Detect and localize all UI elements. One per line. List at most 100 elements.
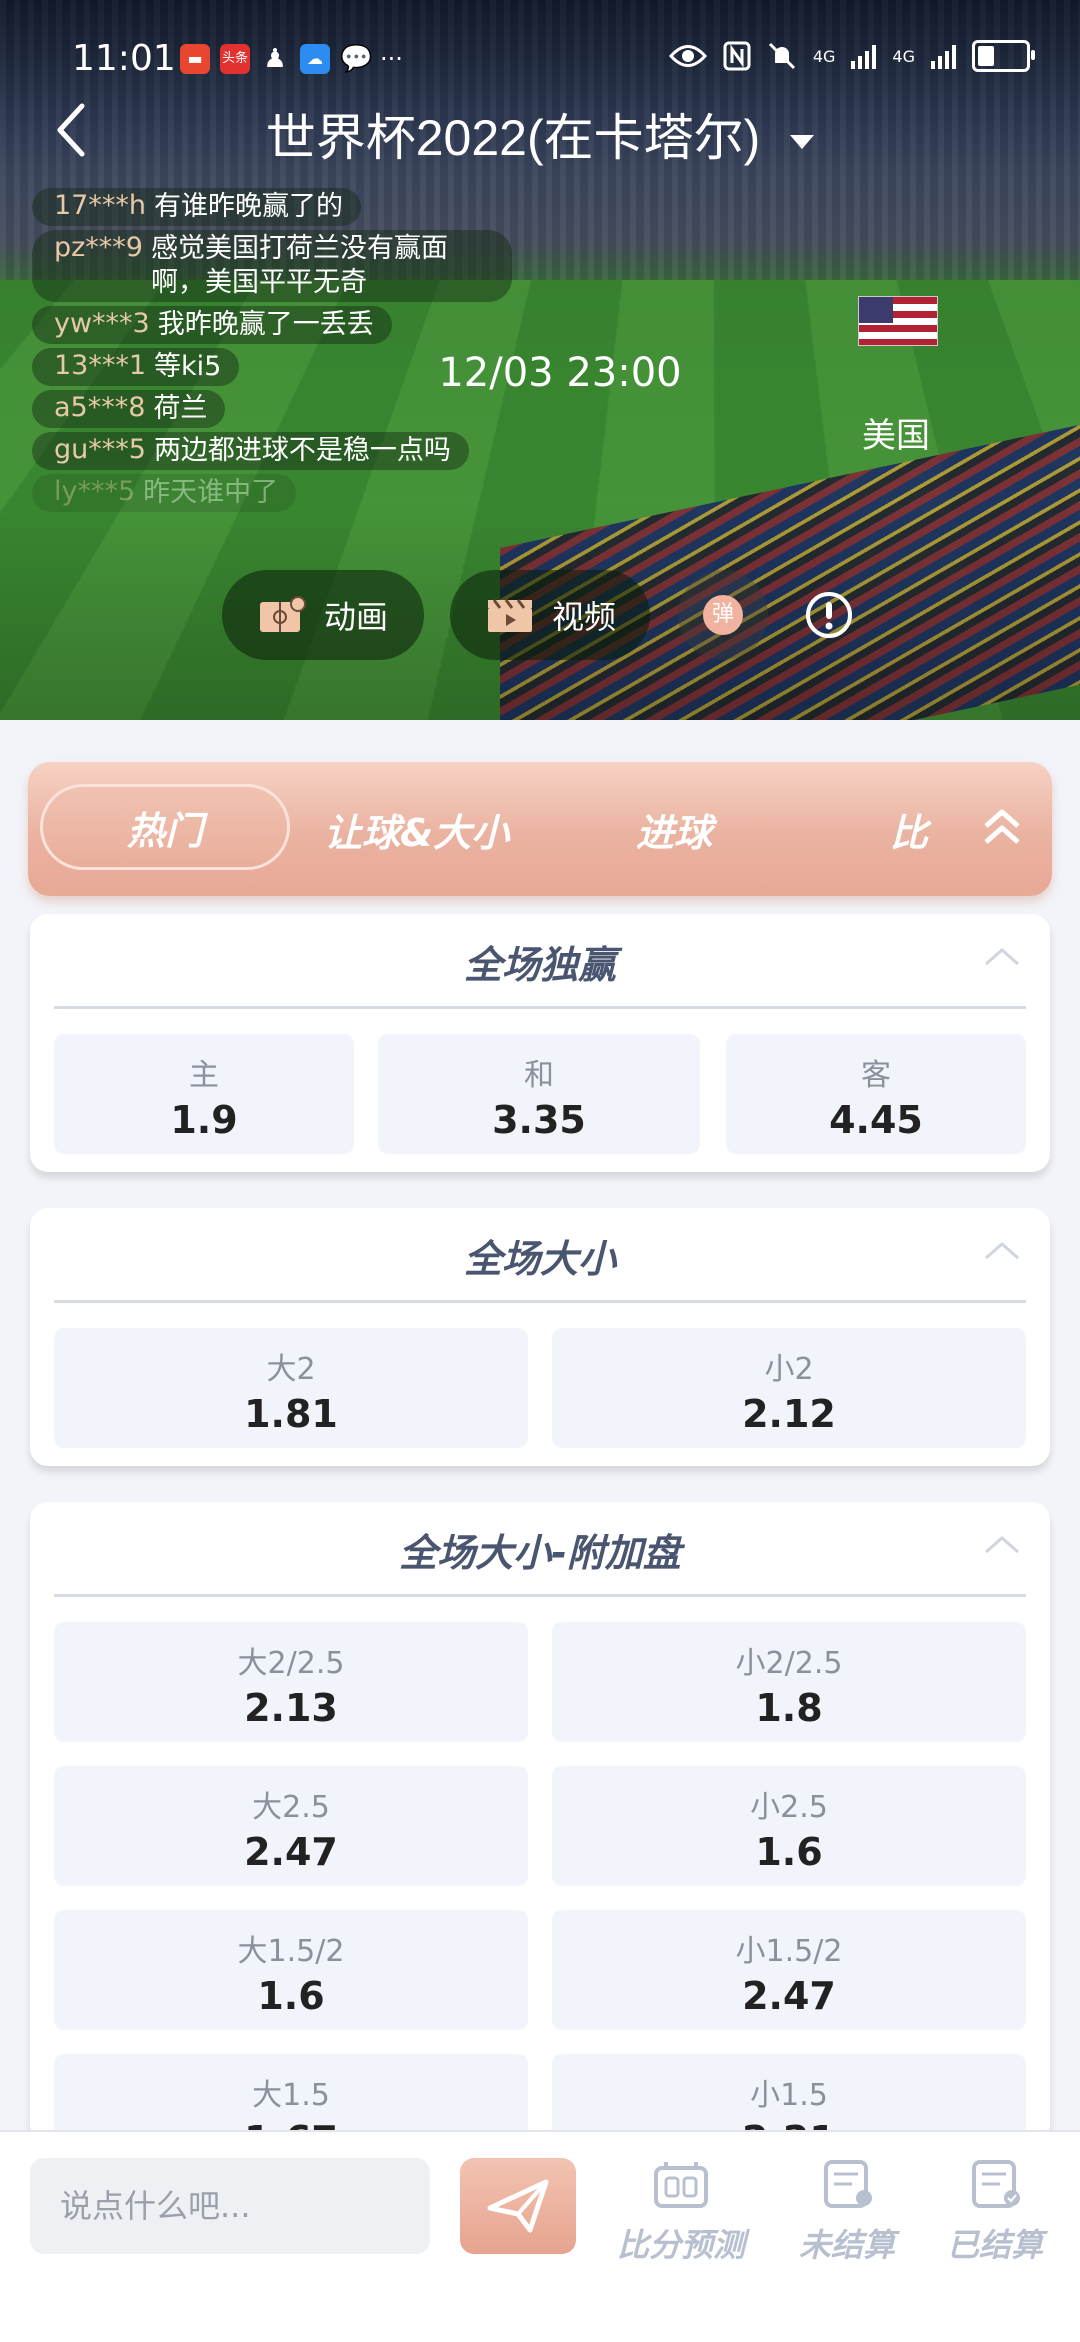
odds-cell[interactable]: 大2 1.81	[54, 1328, 528, 1448]
tab-hot[interactable]: 热门	[40, 784, 290, 870]
odds-value: 2.13	[244, 1686, 338, 1730]
odds-cell[interactable]: 大2.5 2.47	[54, 1766, 528, 1886]
message-icon: 💬	[340, 44, 373, 74]
odds-label: 主	[189, 1058, 219, 1093]
odds-label: 大2.5	[252, 1790, 330, 1825]
danmaku-user: 17***h	[54, 190, 146, 221]
market-card: 全场独赢 主 1.9 和 3.35 客 4.45	[30, 914, 1050, 1172]
net-type-2: 4G	[892, 46, 915, 66]
status-bar: 11:01 ▬ 头条 ♟ ☁ 💬 ··· 4G 4G	[0, 30, 1080, 90]
odds-value: 4.45	[829, 1098, 923, 1142]
odds-label: 小1.5/2	[735, 1934, 843, 1969]
odds-value: 1.81	[244, 1392, 338, 1436]
weather-icon: ☁	[300, 44, 330, 74]
market-header[interactable]: 全场大小	[54, 1208, 1026, 1303]
market-title: 全场大小	[463, 1237, 616, 1281]
odds-cell[interactable]: 大1.5/2 1.6	[54, 1910, 528, 2030]
bottom-bar: 说点什么吧... 比分预测 未结算 已结算	[0, 2130, 1080, 2342]
danmaku-user: yw***3	[54, 308, 150, 339]
danmaku-item: ly***5 昨天谁中了	[32, 474, 592, 512]
odds-label: 小1.5	[750, 2078, 828, 2113]
odds-value: 1.6	[257, 1974, 325, 2018]
qq-icon: ♟	[263, 44, 287, 74]
odds-cell[interactable]: 小1.5/2 2.47	[552, 1910, 1026, 2030]
market-header[interactable]: 全场独赢	[54, 914, 1026, 1009]
odds-label: 大2	[266, 1352, 316, 1387]
odds-cell[interactable]: 客 4.45	[726, 1034, 1026, 1154]
scoreboard-icon	[654, 2162, 708, 2208]
tv-app-icon: ▬	[180, 44, 210, 74]
market-title: 全场独赢	[463, 943, 616, 987]
nfc-icon	[723, 41, 751, 71]
signal-icon-2	[931, 43, 956, 69]
video-button[interactable]: 视频	[450, 570, 650, 660]
danmaku-user: ly***5	[54, 476, 136, 507]
info-button[interactable]	[798, 570, 878, 660]
page-title: 世界杯2022(在卡塔尔)	[265, 110, 761, 166]
nav-unsettled[interactable]: 未结算	[792, 2158, 902, 2266]
danmaku-text: 昨天谁中了	[143, 477, 279, 508]
notification-icons: ▬ 头条 ♟ ☁ 💬 ···	[180, 44, 403, 74]
match-hero: 11:01 ▬ 头条 ♟ ☁ 💬 ··· 4G 4G 世界杯2022(在卡塔尔)…	[0, 0, 1080, 720]
odds-label: 客	[861, 1058, 891, 1093]
send-button[interactable]	[460, 2158, 576, 2254]
nav-label: 比分预测	[616, 2226, 745, 2264]
clapperboard-icon	[488, 599, 532, 632]
more-notifications: ···	[380, 45, 403, 73]
animation-button[interactable]: 动画	[222, 570, 424, 660]
tab-score[interactable]: 比	[890, 802, 928, 857]
odds-value: 1.8	[755, 1686, 823, 1730]
odds-cell[interactable]: 主 1.9	[54, 1034, 354, 1154]
nav-score-prediction[interactable]: 比分预测	[614, 2158, 748, 2266]
nav-settled[interactable]: 已结算	[940, 2158, 1050, 2266]
battery-icon	[972, 40, 1035, 72]
eye-icon	[668, 45, 707, 67]
status-time: 11:01	[72, 38, 176, 79]
danmaku-user: a5***8	[54, 392, 146, 423]
odds-cell[interactable]: 和 3.35	[378, 1034, 700, 1154]
danmaku-user: pz***9	[54, 232, 143, 263]
chat-input[interactable]: 说点什么吧...	[30, 2158, 430, 2254]
caret-down-icon	[790, 134, 815, 149]
odds-label: 小2	[764, 1352, 814, 1387]
net-type-1: 4G	[812, 46, 836, 66]
market-header[interactable]: 全场大小-附加盘	[54, 1502, 1026, 1597]
odds-label: 大2/2.5	[237, 1646, 345, 1681]
odds-cell[interactable]: 小2/2.5 1.8	[552, 1622, 1026, 1742]
expand-tabs-button[interactable]	[980, 800, 1024, 858]
bet-slip-pending-icon	[824, 2160, 872, 2208]
odds-label: 大1.5	[252, 2078, 330, 2113]
tab-handicap-totals[interactable]: 让球&大小	[324, 802, 509, 857]
market-title: 全场大小-附加盘	[399, 1531, 681, 1575]
chevron-up-icon	[985, 1242, 1019, 1260]
chevron-up-icon	[985, 948, 1019, 966]
nav-label: 未结算	[798, 2226, 895, 2264]
odds-value: 1.9	[170, 1098, 238, 1142]
odds-cell[interactable]: 小2.5 1.6	[552, 1766, 1026, 1886]
danmaku-toggle[interactable]: 弹	[678, 570, 768, 660]
match-time: 12/03 23:00	[438, 350, 682, 396]
odds-cell[interactable]: 小2 2.12	[552, 1328, 1026, 1448]
nav-label: 已结算	[946, 2226, 1043, 2264]
animation-label: 动画	[324, 598, 389, 636]
danmaku-item: gu***5 两边都进球不是稳一点吗	[32, 432, 592, 470]
odds-value: 1.6	[755, 1830, 823, 1874]
signal-icon	[851, 43, 877, 69]
video-label: 视频	[552, 598, 617, 636]
danmaku-text: 我昨晚赢了一丢丢	[157, 309, 374, 340]
bet-slip-settled-icon	[972, 2160, 1020, 2208]
odds-value: 2.12	[742, 1392, 836, 1436]
system-icons: 4G 4G	[668, 40, 1035, 72]
market-card: 全场大小 大2 1.81 小2 2.12	[30, 1208, 1050, 1466]
danmaku-item: yw***3 我昨晚赢了一丢丢	[32, 306, 592, 344]
tab-goals[interactable]: 进球	[636, 802, 712, 857]
odds-label: 小2.5	[750, 1790, 828, 1825]
odds-label: 小2/2.5	[735, 1646, 843, 1681]
odds-label: 大1.5/2	[237, 1934, 345, 1969]
double-chevron-up-icon	[984, 809, 1020, 844]
odds-cell[interactable]: 大2/2.5 2.13	[54, 1622, 528, 1742]
danmaku-item: pz***9 感觉美国打荷兰没有赢面啊，美国平平无奇	[32, 230, 592, 302]
league-selector[interactable]: 世界杯2022(在卡塔尔)	[0, 98, 1080, 170]
danmaku-user: gu***5	[54, 434, 146, 465]
info-icon	[806, 592, 852, 638]
